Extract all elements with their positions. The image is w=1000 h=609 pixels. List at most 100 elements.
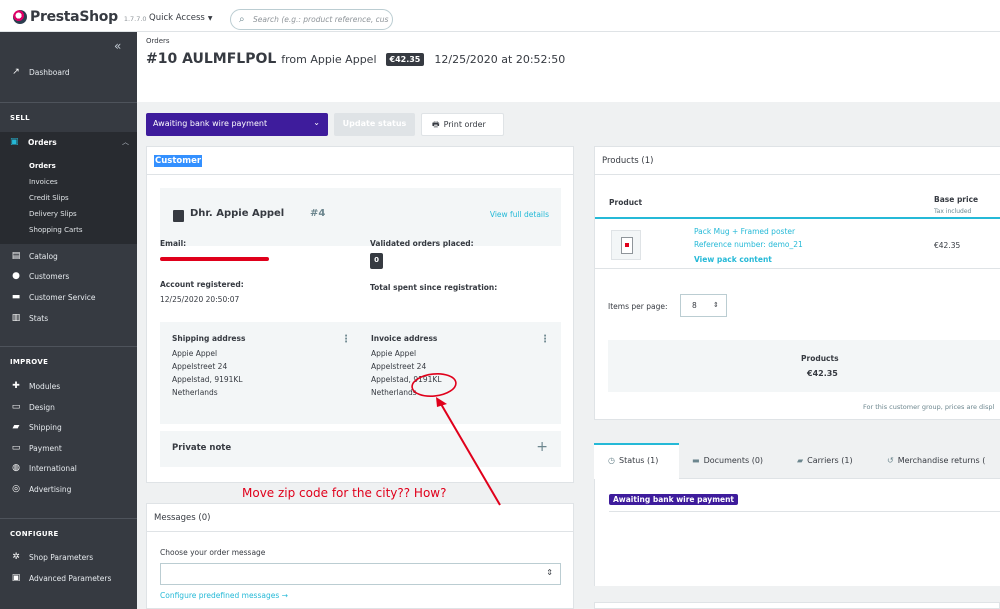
account-circle-icon: ● [12, 271, 20, 281]
products-heading: Products (1) [595, 147, 1000, 175]
history-icon: ◷ [608, 456, 615, 465]
view-full-details-link[interactable]: View full details [490, 210, 549, 219]
customer-heading: Customer [154, 155, 203, 167]
desktop-icon: ▭ [11, 402, 21, 412]
puffin-icon [13, 10, 27, 24]
sidebar-item-advertising[interactable]: ◎ Advertising [10, 484, 71, 494]
customer-id: #4 [310, 208, 326, 219]
sidebar-item-dashboard[interactable]: ↗ Dashboard [10, 67, 69, 77]
account-box-icon [173, 210, 184, 222]
sidebar-subitem-shopping-carts[interactable]: Shopping Carts [29, 226, 83, 234]
puzzle-icon: ✚ [12, 381, 20, 391]
address-line: Appelstad, 9191KL [371, 375, 442, 384]
sidebar-item-orders[interactable]: ▣ Orders [10, 137, 57, 147]
sidebar-item-shipping[interactable]: ▰ Shipping [10, 422, 62, 432]
shopping-basket-icon: ▣ [10, 137, 19, 147]
update-status-button[interactable]: Update status [334, 113, 415, 136]
store-icon: ▤ [11, 251, 21, 261]
sidebar-item-modules[interactable]: ✚ Modules [10, 381, 60, 391]
sidebar-subitem-credit-slips[interactable]: Credit Slips [29, 194, 69, 202]
shipping-address-heading: Shipping address [172, 334, 246, 343]
products-card: Products (1) Product Base price Tax incl… [594, 146, 1000, 420]
more-vert-icon[interactable]: ⋮ [540, 334, 550, 345]
order-number: #10 AULMFLPOL [146, 51, 277, 67]
table-row: Pack Mug + Framed poster Reference numbe… [595, 221, 1000, 269]
validated-orders-label: Validated orders placed: [370, 239, 474, 248]
email-redacted [160, 257, 269, 261]
column-base-price: Base price [934, 195, 979, 204]
configure-messages-link[interactable]: Configure predefined messages → [160, 591, 288, 600]
shipping-address: Shipping address Appie Appel Appelstreet… [172, 334, 245, 399]
sidebar-item-customer-service[interactable]: ▬ Customer Service [10, 292, 96, 302]
more-vert-icon[interactable]: ⋮ [341, 334, 351, 345]
product-reference[interactable]: Reference number: demo_21 [694, 240, 803, 249]
column-product: Product [609, 198, 643, 207]
addresses: Shipping address Appie Appel Appelstreet… [160, 322, 561, 424]
divider [609, 511, 1000, 512]
tab-status[interactable]: ◷ Status (1) [594, 443, 679, 479]
sidebar: « ↗ Dashboard SELL ▣ Orders ︿ Orders Invoi… [0, 32, 137, 609]
page-title: #10 AULMFLPOL from Appie Appel €42.35 12… [146, 51, 565, 67]
view-pack-content-link[interactable]: View pack content [694, 255, 772, 264]
page-header: Orders #10 AULMFLPOL from Appie Appel €4… [137, 32, 1000, 102]
collapse-sidebar-icon[interactable]: « [114, 39, 121, 53]
items-per-page-select[interactable]: 8 ⇕ [680, 294, 727, 317]
breadcrumb[interactable]: Orders [146, 37, 170, 45]
invoice-address-heading: Invoice address [371, 334, 438, 343]
chevron-up-icon[interactable]: ︿ [122, 137, 129, 147]
customer-card-header: Customer [147, 147, 573, 175]
status-tab-pane: Awaiting bank wire payment [594, 479, 1000, 586]
quick-access-menu[interactable]: Quick Access ▼ [149, 13, 212, 23]
address-line: Appie Appel [371, 349, 417, 358]
product-name-link[interactable]: Pack Mug + Framed poster [694, 227, 795, 236]
customer-name: Dhr. Appie Appel [190, 208, 285, 219]
invoice-address: Invoice address Appie Appel Appelstreet … [371, 334, 442, 399]
registered-label: Account registered: [160, 280, 244, 289]
sidebar-item-shop-parameters[interactable]: ✲ Shop Parameters [10, 552, 93, 562]
status-badge: Awaiting bank wire payment [609, 494, 739, 505]
order-message-select[interactable]: ⇕ [160, 563, 561, 585]
address-line: Appelstreet 24 [172, 362, 228, 371]
prestashop-logo[interactable]: PrestaShop 1.7.7.0 [13, 9, 147, 25]
product-thumbnail [611, 230, 641, 260]
customer-summary: Dhr. Appie Appel #4 View full details [160, 188, 561, 246]
annotation-text: Move zip code for the city?? How? [242, 486, 447, 500]
sidebar-divider [0, 518, 137, 519]
sidebar-item-stats[interactable]: ▥ Stats [10, 313, 48, 323]
order-total-badge: €42.35 [385, 52, 425, 66]
sidebar-item-customers[interactable]: ● Customers [10, 271, 69, 281]
private-note-heading: Private note [172, 443, 232, 453]
globe-icon: ◍ [12, 463, 20, 473]
order-status-select[interactable]: Awaiting bank wire payment ⌄ [146, 113, 328, 136]
sidebar-subitem-invoices[interactable]: Invoices [29, 178, 58, 186]
credit-card-icon: ▭ [11, 443, 21, 453]
sidebar-subitem-delivery-slips[interactable]: Delivery Slips [29, 210, 77, 218]
quick-access-label: Quick Access [149, 13, 205, 23]
brand-name: PrestaShop [30, 9, 118, 25]
total-spent-label: Total spent since registration: [370, 283, 498, 292]
folder-icon: ▬ [692, 456, 700, 465]
caret-down-icon: ▼ [207, 15, 213, 22]
private-note[interactable]: Private note + [160, 431, 561, 467]
print-order-button[interactable]: 🖶 Print order [421, 113, 504, 136]
tab-documents[interactable]: ▬ Documents (0) [692, 443, 763, 479]
search-input[interactable]: ⌕ Search (e.g.: product reference, custo… [230, 9, 393, 30]
search-icon: ⌕ [239, 14, 245, 25]
sidebar-item-payment[interactable]: ▭ Payment [10, 443, 62, 453]
settings-icon: ✲ [12, 552, 20, 562]
sidebar-item-design[interactable]: ▭ Design [10, 402, 55, 412]
customer-group-note: For this customer group, prices are disp… [863, 403, 995, 411]
sidebar-item-international[interactable]: ◍ International [10, 463, 77, 473]
sidebar-divider [0, 346, 137, 347]
add-icon[interactable]: + [536, 439, 548, 455]
trending-up-icon: ↗ [12, 67, 20, 77]
stats-icon: ▥ [11, 313, 21, 323]
sidebar-subitem-orders[interactable]: Orders [29, 162, 56, 170]
search-placeholder: Search (e.g.: product reference, custome [253, 15, 389, 24]
sidebar-item-advanced-parameters[interactable]: ▣ Advanced Parameters [10, 573, 112, 583]
tab-merchandise-returns[interactable]: ↺ Merchandise returns ( [887, 443, 985, 479]
products-total: Products €42.35 [608, 340, 1000, 392]
sidebar-item-catalog[interactable]: ▤ Catalog [10, 251, 58, 261]
address-line: Netherlands [172, 388, 218, 397]
tab-carriers[interactable]: ▰ Carriers (1) [797, 443, 853, 479]
